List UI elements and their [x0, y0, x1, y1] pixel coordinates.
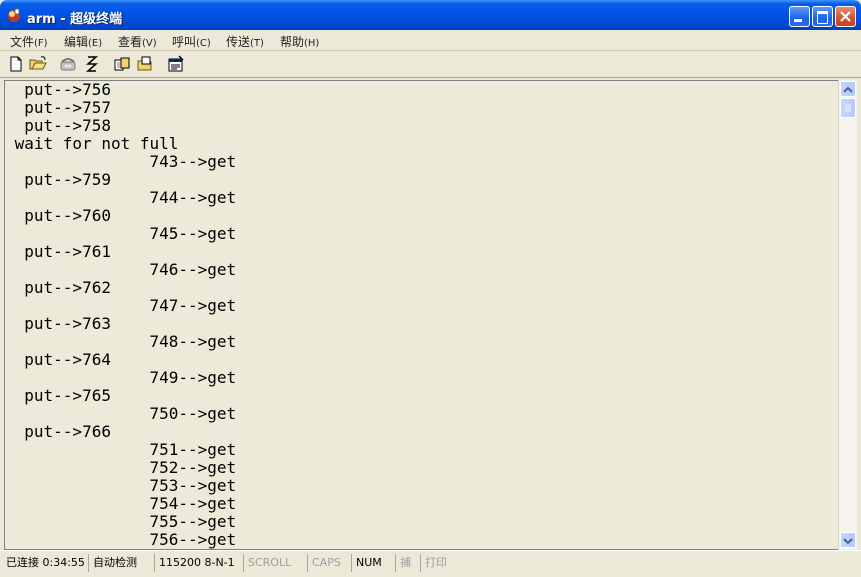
chevron-down-icon — [843, 538, 853, 545]
terminal-line: 744-->get — [5, 188, 237, 207]
menu-file-accel: (F) — [34, 38, 48, 49]
menu-help[interactable]: 帮助(H) — [280, 33, 319, 50]
window-title: arm - 超级终端 — [27, 12, 123, 27]
menu-help-label: 帮助 — [280, 35, 305, 49]
terminal-line: 749-->get — [5, 368, 237, 387]
menu-view-accel: (V) — [142, 38, 157, 49]
menu-view-label: 查看 — [118, 35, 143, 49]
terminal-line: put-->763 — [5, 314, 111, 333]
terminal-line: 756-->get — [5, 530, 237, 549]
menu-transfer-accel: (T) — [250, 38, 264, 49]
title-bar[interactable]: arm - 超级终端 — [0, 0, 861, 30]
terminal-line: wait for not full — [5, 134, 179, 153]
terminal-line: 752-->get — [5, 458, 237, 477]
terminal-line: put-->766 — [5, 422, 111, 441]
terminal-line: put-->764 — [5, 350, 111, 369]
grip-icon — [845, 104, 851, 112]
receive-icon[interactable] — [136, 54, 156, 74]
vertical-scrollbar[interactable] — [838, 80, 857, 550]
terminal-line: put-->759 — [5, 170, 111, 189]
terminal-line: 751-->get — [5, 440, 237, 459]
menu-edit-label: 编辑 — [64, 35, 89, 49]
terminal-line: put-->761 — [5, 242, 111, 261]
menu-call[interactable]: 呼叫(C) — [172, 33, 211, 50]
status-bar: 已连接 0:34:55 自动检测 115200 8-N-1 SCROLL CAP… — [0, 550, 861, 577]
maximize-icon — [817, 11, 828, 24]
send-icon[interactable] — [112, 54, 132, 74]
scroll-thumb[interactable] — [840, 98, 856, 118]
menu-file-label: 文件 — [10, 35, 35, 49]
terminal-line: put-->758 — [5, 116, 111, 135]
status-scroll: SCROLL — [243, 554, 291, 572]
disconnect-icon[interactable] — [82, 54, 102, 74]
menu-edit[interactable]: 编辑(E) — [64, 33, 102, 50]
maximize-button[interactable] — [812, 6, 833, 27]
status-num: NUM — [351, 554, 382, 572]
minimize-icon — [794, 19, 802, 22]
menu-view[interactable]: 查看(V) — [118, 33, 157, 50]
terminal-line: 754-->get — [5, 494, 237, 513]
menu-transfer[interactable]: 传送(T) — [226, 33, 264, 50]
terminal-line: 745-->get — [5, 224, 237, 243]
minimize-button[interactable] — [789, 6, 810, 27]
new-file-icon[interactable] — [6, 54, 26, 74]
close-icon — [840, 11, 851, 22]
terminal-line: 755-->get — [5, 512, 237, 531]
menu-call-label: 呼叫 — [172, 35, 197, 49]
terminal-line: put-->760 — [5, 206, 111, 225]
status-capture: 捕 — [395, 554, 411, 572]
terminal-line: put-->765 — [5, 386, 111, 405]
status-port-settings: 115200 8-N-1 — [154, 554, 235, 572]
menu-call-accel: (C) — [196, 38, 211, 49]
terminal-line: 750-->get — [5, 404, 237, 423]
toolbar — [0, 51, 861, 78]
open-folder-icon[interactable] — [28, 54, 48, 74]
terminal-line: 748-->get — [5, 332, 237, 351]
terminal-output[interactable]: put-->756 put-->757 put-->758 wait for n… — [4, 80, 839, 550]
chevron-up-icon — [843, 86, 853, 93]
status-connection: 已连接 0:34:55 — [6, 556, 85, 569]
menu-bar: 文件(F) 编辑(E) 查看(V) 呼叫(C) 传送(T) 帮助(H) — [0, 30, 861, 51]
terminal-line: 746-->get — [5, 260, 237, 279]
status-print: 打印 — [420, 554, 447, 572]
scroll-down-button[interactable] — [840, 532, 856, 548]
terminal-line: put-->756 — [5, 80, 111, 99]
terminal-line: put-->762 — [5, 278, 111, 297]
properties-icon[interactable] — [166, 54, 186, 74]
menu-help-accel: (H) — [304, 38, 320, 49]
scroll-up-button[interactable] — [840, 81, 856, 97]
hyperterminal-app-icon[interactable] — [6, 7, 22, 23]
menu-edit-accel: (E) — [88, 38, 103, 49]
terminal-line: put-->757 — [5, 98, 111, 117]
menu-transfer-label: 传送 — [226, 35, 251, 49]
terminal-line: 743-->get — [5, 152, 237, 171]
status-caps: CAPS — [307, 554, 341, 572]
call-icon[interactable] — [58, 54, 78, 74]
terminal-lines: put-->756 put-->757 put-->758 wait for n… — [5, 80, 237, 549]
status-detect: 自动检测 — [88, 554, 137, 572]
terminal-line: 747-->get — [5, 296, 237, 315]
terminal-line: 753-->get — [5, 476, 237, 495]
close-button[interactable] — [835, 6, 856, 27]
menu-file[interactable]: 文件(F) — [10, 33, 48, 50]
